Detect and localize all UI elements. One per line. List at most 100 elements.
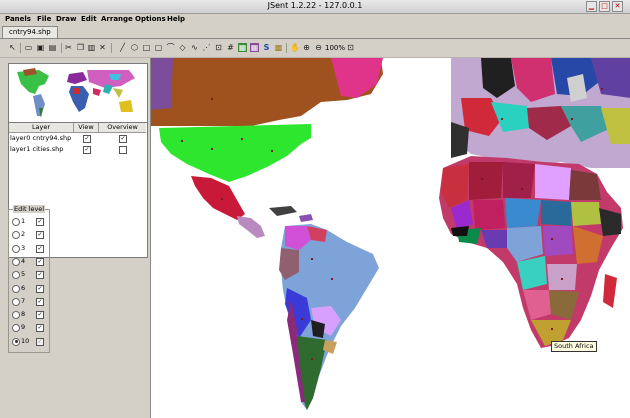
menu-options[interactable]: Options: [135, 15, 166, 23]
toolbar-separator: [20, 43, 21, 53]
layer1-view-checkbox[interactable]: ✓: [83, 146, 91, 154]
freehand-tool-icon[interactable]: ∿: [190, 43, 199, 52]
edit-level-row[interactable]: 10 ✓: [12, 336, 48, 347]
edit-level-radio[interactable]: [12, 231, 20, 240]
edit-level-radio[interactable]: [12, 324, 20, 333]
maximize-button[interactable]: □: [599, 1, 610, 12]
menu-edit[interactable]: Edit: [81, 15, 97, 23]
edit-level-radio[interactable]: [12, 297, 20, 306]
menu-arrange[interactable]: Arrange: [101, 15, 133, 23]
view-column-header[interactable]: View: [74, 123, 99, 133]
layer-column-header[interactable]: Layer: [9, 123, 74, 133]
edit-level-row[interactable]: 9 ✓: [12, 322, 48, 333]
edit-level-radio[interactable]: [12, 284, 20, 293]
edit-level-row[interactable]: 1 ✓: [12, 216, 48, 227]
edit-level-checkbox[interactable]: ✓: [36, 244, 44, 253]
edit-level-number: 10: [21, 336, 30, 345]
edit-level-number: 2: [21, 230, 26, 239]
left-panel: Layer View Overview layer0 cntry94.shp ✓…: [0, 58, 150, 418]
zoom-level: 100%: [325, 44, 346, 52]
zoom-fit-icon[interactable]: ⊡: [346, 43, 355, 52]
edit-level-row[interactable]: 2 ✓: [12, 229, 48, 240]
edit-level-checkbox[interactable]: ✓: [36, 218, 44, 226]
polygon-tool-icon[interactable]: ⬡: [130, 43, 139, 52]
overview-column-header[interactable]: Overview: [99, 123, 146, 133]
edit-level-checkbox[interactable]: ✓: [36, 337, 44, 346]
overview-map-graphic: [17, 68, 135, 118]
world-map[interactable]: [151, 58, 630, 418]
edit-level-row[interactable]: 4 ✓: [12, 256, 48, 267]
menu-bar: Panels File Draw Edit Arrange Options He…: [0, 14, 630, 25]
paste-icon[interactable]: ▥: [87, 43, 96, 52]
layer-row-name[interactable]: layer0 cntry94.shp: [10, 133, 71, 143]
edit-level-row[interactable]: 7 ✓: [12, 296, 48, 307]
layer-row-name[interactable]: layer1 cities.shp: [10, 144, 63, 154]
cut-icon[interactable]: ✂: [64, 43, 73, 52]
edit-level-row[interactable]: 8 ✓: [12, 309, 48, 320]
layer0-overview-checkbox[interactable]: ✓: [119, 135, 127, 143]
edit-level-number: 5: [21, 270, 26, 279]
polyline-tool-icon[interactable]: ⌒: [166, 43, 175, 52]
edit-level-number: 4: [21, 256, 26, 265]
edit-level-checkbox[interactable]: ✓: [36, 284, 44, 293]
layer0-view-checkbox[interactable]: ✓: [83, 135, 91, 143]
style-s-icon[interactable]: S: [262, 43, 271, 52]
delete-icon[interactable]: ✕: [98, 43, 107, 52]
edit-level-group: Edit level 1 ✓ 2 ✓ 3 ✓ 4 ✓ 5 ✓ 6 ✓ 7 ✓ 8 ✓ 9 ✓ 10 ✓: [8, 205, 50, 353]
overview-map[interactable]: [8, 63, 148, 123]
window-title: JSent 1.2.22 - 127.0.0.1: [267, 1, 363, 10]
shape-tool-icon[interactable]: ◇: [178, 43, 187, 52]
rectangle-tool-icon[interactable]: □: [142, 43, 151, 52]
edit-level-number: 1: [21, 217, 26, 225]
menu-panels[interactable]: Panels: [5, 15, 31, 23]
menu-help[interactable]: Help: [167, 15, 185, 23]
close-button[interactable]: ✕: [612, 1, 623, 12]
edit-level-row[interactable]: 3 ✓: [12, 243, 48, 254]
zoom-out-icon[interactable]: ⊖: [314, 43, 323, 52]
menu-draw[interactable]: Draw: [56, 15, 76, 23]
map-canvas[interactable]: [150, 58, 630, 418]
select-arrow-icon[interactable]: ↖: [8, 43, 17, 52]
node-tool-icon[interactable]: ⋰: [202, 43, 211, 52]
edit-level-checkbox[interactable]: ✓: [36, 231, 44, 240]
grid-icon[interactable]: #: [226, 43, 235, 52]
texture-icon[interactable]: ▩: [274, 43, 283, 52]
document-icon[interactable]: ▤: [48, 43, 57, 52]
edit-level-number: 9: [21, 323, 26, 332]
edit-level-row[interactable]: 6 ✓: [12, 283, 48, 294]
toolbar-separator: [61, 43, 62, 53]
edit-level-row[interactable]: 5 ✓: [12, 269, 48, 280]
pan-hand-icon[interactable]: ✋: [290, 43, 300, 52]
edit-level-number: 8: [21, 310, 26, 319]
edit-level-radio[interactable]: [12, 311, 20, 320]
tab-cntry94[interactable]: cntry94.shp: [2, 26, 58, 38]
edit-level-number: 6: [21, 283, 26, 292]
save-icon[interactable]: ▣: [36, 43, 45, 52]
edit-level-checkbox[interactable]: ✓: [36, 297, 44, 306]
line-tool-icon[interactable]: ╱: [118, 43, 127, 52]
edit-level-checkbox[interactable]: ✓: [36, 257, 44, 266]
minimize-button[interactable]: ▁: [586, 1, 597, 12]
edit-level-radio[interactable]: [12, 337, 20, 346]
title-bar: JSent 1.2.22 - 127.0.0.1 ▁ □ ✕: [0, 0, 630, 14]
image-icon[interactable]: ▦: [238, 43, 247, 52]
edit-level-title: Edit level: [13, 205, 46, 213]
ruler-icon[interactable]: ⊡: [214, 43, 223, 52]
edit-level-radio[interactable]: [12, 257, 20, 266]
copy-icon[interactable]: ❐: [76, 43, 85, 52]
edit-level-radio[interactable]: [12, 218, 20, 226]
toolbar-separator: [286, 43, 287, 53]
menu-file[interactable]: File: [37, 15, 51, 23]
filled-rectangle-icon[interactable]: ▢: [154, 43, 163, 52]
toolbar: ↖ ▭ ▣ ▤ ✂ ❐ ▥ ✕ ╱ ⬡ □ ▢ ⌒ ◇ ∿ ⋰ ⊡ # ▦ ▦ …: [0, 40, 630, 58]
zoom-in-icon[interactable]: ⊕: [302, 43, 311, 52]
edit-level-radio[interactable]: [12, 271, 20, 280]
open-folder-icon[interactable]: ▭: [24, 43, 33, 52]
map-tooltip: South Africa: [551, 341, 597, 352]
raster-icon[interactable]: ▦: [250, 43, 259, 52]
edit-level-checkbox[interactable]: ✓: [36, 311, 44, 320]
edit-level-checkbox[interactable]: ✓: [36, 324, 44, 333]
edit-level-checkbox[interactable]: ✓: [36, 271, 44, 280]
layer1-overview-checkbox[interactable]: [119, 146, 127, 154]
edit-level-radio[interactable]: [12, 244, 20, 253]
